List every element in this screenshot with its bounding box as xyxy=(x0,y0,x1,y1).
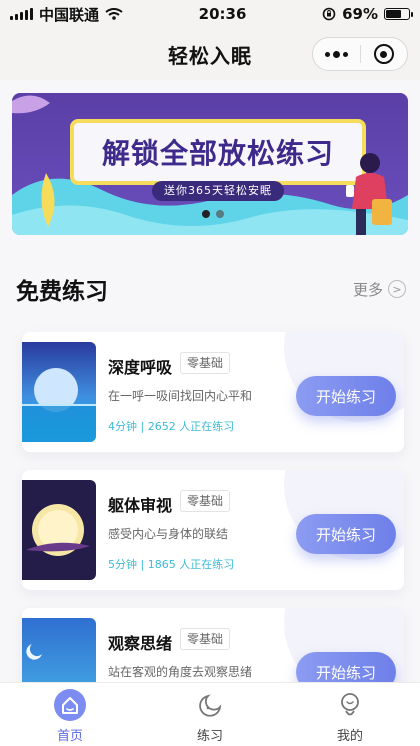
more-dots-icon xyxy=(324,50,348,58)
moon-ocean-thumbnail xyxy=(22,342,96,442)
miniprogram-capsule xyxy=(312,37,408,71)
chevron-right-icon: > xyxy=(388,280,406,298)
status-left: 中国联通 xyxy=(10,4,123,25)
banner-dot-active[interactable] xyxy=(202,210,210,218)
section-title: 免费练习 xyxy=(16,279,108,305)
battery-icon xyxy=(383,8,413,20)
practice-icon xyxy=(194,689,226,721)
card-description: 在一呼一吸间找回内心平和 xyxy=(108,389,253,403)
card-description: 站在客观的角度去观察思绪 xyxy=(108,665,253,679)
tab-home[interactable]: 首页 xyxy=(0,683,140,746)
more-link[interactable]: 更多 > xyxy=(353,279,406,300)
start-practice-button[interactable]: 开始练习 xyxy=(296,514,396,554)
tab-practice[interactable]: 练习 xyxy=(140,683,280,746)
more-label: 更多 xyxy=(352,280,383,299)
banner-title: 解锁全部放松练习 xyxy=(101,137,334,170)
carrier-label: 中国联通 xyxy=(39,5,100,24)
banner-title-box: 解锁全部放松练习 xyxy=(70,119,366,185)
home-icon xyxy=(54,689,86,721)
leaf-icon xyxy=(12,95,50,114)
free-practice-header: 免费练习 更多 > xyxy=(16,272,406,306)
level-tag: 零基础 xyxy=(180,490,231,512)
banner-dot[interactable] xyxy=(216,210,224,218)
plant-icon xyxy=(41,173,55,227)
profile-icon xyxy=(334,689,366,721)
page-title: 轻松入眠 xyxy=(168,43,252,68)
promo-banner[interactable]: 解锁全部放松练习 送你365天轻松安眠 xyxy=(12,93,408,235)
level-tag: 零基础 xyxy=(180,352,231,374)
status-right: 69% xyxy=(322,5,413,23)
card-meta: 4分钟 | 2652 人正在练习 xyxy=(108,420,235,433)
tab-profile[interactable]: 我的 xyxy=(280,683,420,746)
tab-label: 练习 xyxy=(196,729,223,744)
level-tag: 零基础 xyxy=(180,628,231,650)
tab-label: 我的 xyxy=(336,729,363,744)
card-description: 感受内心与身体的联结 xyxy=(108,527,229,541)
bottom-tab-bar: 首页 练习 我的 xyxy=(0,682,420,746)
girl-with-phone-illustration xyxy=(346,153,392,235)
practice-card[interactable]: 躯体审视 零基础 感受内心与身体的联结 5分钟 | 1865 人正在练习 开始练… xyxy=(22,470,404,590)
more-menu-button[interactable] xyxy=(313,38,360,70)
signal-icon xyxy=(10,8,33,20)
card-title: 观察思绪 xyxy=(108,634,173,653)
nav-bar: 轻松入眠 xyxy=(0,28,420,80)
close-miniprogram-button[interactable] xyxy=(361,38,408,70)
card-title: 躯体审视 xyxy=(108,496,173,515)
banner-subtitle: 送你365天轻松安眠 xyxy=(152,181,284,201)
card-title: 深度呼吸 xyxy=(108,358,173,377)
status-bar: 中国联通 20:36 69% xyxy=(0,0,420,28)
orientation-lock-icon xyxy=(322,7,336,21)
battery-fill xyxy=(385,10,402,18)
tab-label: 首页 xyxy=(56,729,83,744)
banner-pagination xyxy=(202,210,224,218)
status-time: 20:36 xyxy=(198,5,247,23)
card-meta: 5分钟 | 1865 人正在练习 xyxy=(108,558,235,571)
start-practice-button[interactable]: 开始练习 xyxy=(296,376,396,416)
battery-percent: 69% xyxy=(342,5,378,23)
practice-card[interactable]: 深度呼吸 零基础 在一呼一吸间找回内心平和 4分钟 | 2652 人正在练习 开… xyxy=(22,332,404,452)
wifi-icon xyxy=(105,8,123,20)
target-icon xyxy=(373,44,394,64)
full-moon-thumbnail xyxy=(22,480,96,580)
